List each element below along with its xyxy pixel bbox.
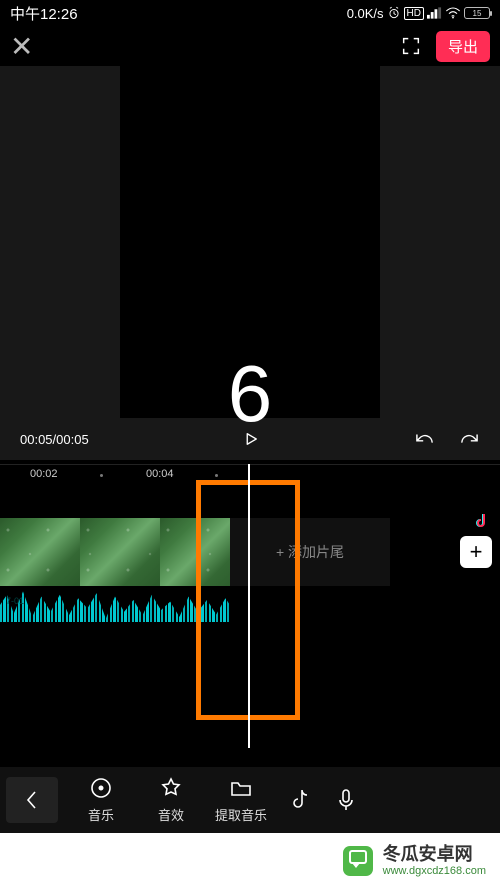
wifi-icon [445, 7, 461, 19]
watermark-bar: 冬瓜安卓网 www.dgxcdz168.com [0, 833, 500, 889]
editor-top-bar: ✕ 导出 [0, 26, 500, 66]
video-clip-thumbs[interactable] [0, 518, 230, 586]
ruler-tick: 00:04 [146, 468, 174, 480]
mic-icon [336, 788, 356, 812]
redo-icon[interactable] [458, 430, 480, 448]
watermark-url: www.dgxcdz168.com [383, 865, 486, 877]
star-icon [159, 776, 183, 800]
tiktok-icon [290, 788, 312, 812]
timeline[interactable]: + 添加片尾 7-01 + [0, 488, 500, 748]
tool-sfx[interactable]: 音效 [136, 776, 206, 824]
tool-voice[interactable] [326, 788, 366, 812]
audio-clip-label: 7-01 [6, 596, 24, 606]
time-total: 00:05 [56, 432, 89, 447]
tool-label: 提取音乐 [215, 805, 267, 824]
status-right: 0.0K/s HD 15 [347, 6, 490, 21]
fullscreen-icon[interactable] [400, 35, 422, 57]
battery-icon: 15 [464, 7, 490, 19]
ruler-tick: 00:02 [30, 468, 58, 480]
signal-icon [427, 7, 442, 19]
tool-music[interactable]: 音乐 [66, 776, 136, 824]
audio-waveform[interactable] [0, 588, 230, 622]
watermark-logo-icon [343, 846, 373, 876]
playhead[interactable] [248, 464, 250, 748]
timeline-ruler[interactable]: 00:02 00:04 [0, 464, 500, 488]
battery-level: 15 [473, 9, 482, 18]
video-track[interactable]: + 添加片尾 [0, 518, 390, 586]
add-ending-button[interactable]: + 添加片尾 [230, 518, 390, 586]
tool-extract-audio[interactable]: 提取音乐 [206, 776, 276, 824]
tool-label: 音乐 [88, 805, 114, 824]
ruler-dot [100, 474, 103, 477]
close-icon[interactable]: ✕ [10, 30, 33, 63]
tool-label: 音效 [158, 805, 184, 824]
annotation-step-number: 6 [228, 348, 273, 440]
tool-tiktok[interactable] [276, 788, 326, 812]
playback-time: 00:05/00:05 [20, 432, 89, 447]
preview-frame: 6 [120, 66, 380, 418]
time-current: 00:05 [20, 432, 53, 447]
back-button[interactable] [6, 777, 58, 823]
alarm-icon [387, 6, 401, 20]
undo-icon[interactable] [414, 430, 436, 448]
status-hd: HD [404, 7, 424, 20]
bottom-toolbar: 音乐 音效 提取音乐 [0, 767, 500, 833]
video-preview[interactable]: 6 [0, 66, 500, 418]
ruler-dot [215, 474, 218, 477]
folder-icon [229, 776, 253, 800]
status-net-speed: 0.0K/s [347, 6, 384, 21]
status-time: 中午12:26 [10, 3, 78, 24]
status-bar: 中午12:26 0.0K/s HD 15 [0, 0, 500, 26]
watermark-name: 冬瓜安卓网 [383, 845, 473, 865]
tiktok-icon [476, 514, 488, 528]
add-clip-button[interactable]: + [460, 536, 492, 568]
music-icon [89, 776, 113, 800]
export-button[interactable]: 导出 [436, 31, 490, 62]
